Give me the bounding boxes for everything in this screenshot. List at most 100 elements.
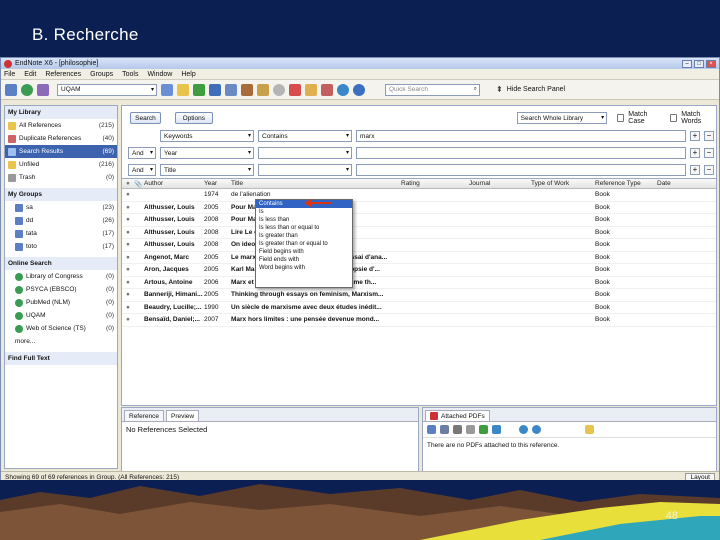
dropdown-option[interactable]: Field ends with [256, 256, 352, 264]
options-button[interactable]: Options [174, 112, 213, 124]
search-field-select[interactable]: Title ▾ [160, 164, 254, 176]
search-value-input[interactable] [356, 147, 686, 159]
zoom-in-icon[interactable] [532, 425, 541, 434]
col-author[interactable]: Author [144, 180, 204, 187]
manuscript-icon[interactable] [321, 83, 333, 96]
more-link[interactable]: more... [5, 335, 117, 348]
search-value-input[interactable] [356, 164, 686, 176]
table-row[interactable]: ● Althusser, Louis 2008 Lire Le capital Book [122, 227, 716, 239]
table-row[interactable]: ●Aron, Jacques2005Karl Marx, antisémite … [122, 264, 716, 277]
note-icon[interactable] [585, 425, 594, 434]
online-item[interactable]: PSYCA (EBSCO) (0) [5, 283, 117, 296]
online-item[interactable]: Web of Science (TS) (0) [5, 322, 117, 335]
boolean-select[interactable]: And ▾ [128, 164, 156, 176]
help-icon[interactable] [353, 83, 365, 96]
col-type-of-work[interactable]: Type of Work [531, 180, 595, 187]
table-row[interactable]: ● 1974 de l'alienation Book [122, 189, 716, 202]
menu-help[interactable]: Help [181, 71, 195, 78]
table-row[interactable]: ●Angenot, Marc2005Le marxisme dans les g… [122, 252, 716, 264]
hide-search-panel-label[interactable]: Hide Search Panel [507, 86, 565, 93]
tab-attached-pdfs[interactable]: Attached PDFs [425, 410, 490, 421]
search-value-input[interactable]: marx [356, 130, 686, 142]
online-item[interactable]: PubMed (NLM) (0) [5, 296, 117, 309]
menu-file[interactable]: File [4, 71, 15, 78]
table-row[interactable]: ● Bensaïd, Daniel;... 2007 Marx hors limite… [122, 314, 716, 327]
add-row-button[interactable]: + [690, 165, 700, 175]
library-select[interactable]: UQAM ▾ [57, 83, 157, 96]
minimize-button[interactable]: – [682, 59, 692, 68]
group-item[interactable]: tata (17) [5, 227, 117, 240]
search-library-icon[interactable] [273, 83, 285, 96]
dropdown-option[interactable]: Is greater than or equal to [256, 240, 352, 248]
col-year[interactable]: Year [204, 180, 231, 187]
quick-search-input[interactable]: Quick Search ⌕ [385, 83, 480, 96]
search-field-select[interactable]: Year ▾ [160, 147, 254, 159]
menu-groups[interactable]: Groups [90, 71, 113, 78]
col-rating[interactable]: Rating [401, 180, 469, 187]
boolean-select[interactable]: And ▾ [128, 147, 156, 159]
sidebar-item-all-references[interactable]: All References (215) [5, 119, 117, 132]
sidebar-item-search-results[interactable]: Search Results (69) [5, 145, 117, 158]
menu-window[interactable]: Window [147, 71, 172, 78]
open-file-icon[interactable] [257, 83, 269, 96]
dropdown-option[interactable]: Is [256, 208, 352, 216]
save-icon[interactable] [440, 425, 449, 434]
dropdown-option[interactable]: Field begins with [256, 248, 352, 256]
email-icon[interactable] [466, 425, 475, 434]
local-library-icon[interactable] [5, 83, 17, 96]
menu-edit[interactable]: Edit [24, 71, 36, 78]
remove-row-button[interactable]: − [704, 148, 714, 158]
col-date[interactable]: Date [657, 180, 687, 187]
menu-tools[interactable]: Tools [122, 71, 138, 78]
dropdown-option[interactable]: Is less than [256, 216, 352, 224]
globe-icon[interactable] [21, 83, 33, 96]
open-link-icon[interactable] [241, 83, 253, 96]
search-field-select[interactable]: Keywords ▾ [160, 130, 254, 142]
insert-citation-icon[interactable] [289, 83, 301, 96]
match-case-checkbox[interactable] [617, 114, 625, 122]
group-item[interactable]: dd (26) [5, 214, 117, 227]
sync-icon[interactable] [337, 83, 349, 96]
maximize-button[interactable]: □ [694, 59, 704, 68]
attachment-icon[interactable]: 📎 [134, 180, 144, 188]
add-row-button[interactable]: + [690, 148, 700, 158]
online-search-icon[interactable] [161, 83, 173, 96]
col-title[interactable]: Title [231, 180, 401, 187]
online-search-header[interactable]: Online Search [5, 257, 117, 270]
table-row[interactable]: ● Banneriji, Himani... 2005 Thinking throug… [122, 289, 716, 302]
search-operator-select[interactable]: Contains ▾ [258, 130, 352, 142]
dropdown-option[interactable]: Is greater than [256, 232, 352, 240]
highlight-icon[interactable] [479, 425, 488, 434]
table-row[interactable]: ● Althusser, Louis 2008 Pour Marx Book [122, 214, 716, 227]
dropdown-option[interactable]: Word begins with [256, 264, 352, 272]
hide-search-panel-icon[interactable]: ⇞ [496, 85, 503, 94]
tab-preview[interactable]: Preview [166, 410, 200, 421]
search-scope-select[interactable]: Search Whole Library ▾ [516, 112, 608, 124]
search-operator-select[interactable]: ▾ [258, 147, 352, 159]
table-row[interactable]: ● Althusser, Louis 2008 On ideology Book [122, 239, 716, 252]
close-button[interactable]: × [706, 59, 716, 68]
format-bibliography-icon[interactable] [305, 83, 317, 96]
menu-references[interactable]: References [45, 71, 81, 78]
open-pdf-icon[interactable] [427, 425, 436, 434]
sidebar-item-trash[interactable]: Trash (0) [5, 171, 117, 184]
group-item[interactable]: toto (17) [5, 240, 117, 253]
import-icon[interactable] [209, 83, 221, 96]
print-icon[interactable] [453, 425, 462, 434]
my-library-header[interactable]: My Library [5, 106, 117, 119]
read-status-icon[interactable]: ● [122, 180, 134, 187]
online-item[interactable]: UQAM (0) [5, 309, 117, 322]
table-row[interactable]: ● Althusser, Louis 2005 Pour Marx Book [122, 202, 716, 214]
table-row[interactable]: ●Artous, Antoine2006Marx et le fétichism… [122, 277, 716, 289]
new-reference-icon[interactable] [177, 83, 189, 96]
my-groups-header[interactable]: My Groups [5, 188, 117, 201]
sidebar-item-duplicate-references[interactable]: Duplicate References (40) [5, 132, 117, 145]
group-item[interactable]: sa (23) [5, 201, 117, 214]
tab-reference[interactable]: Reference [124, 410, 164, 421]
search-button[interactable]: Search [130, 112, 161, 124]
integrated-library-icon[interactable] [37, 83, 49, 96]
table-row[interactable]: ● Beaudry, Lucille;... 1990 Un siècle de ma… [122, 302, 716, 314]
remove-row-button[interactable]: − [704, 131, 714, 141]
export-icon[interactable] [225, 83, 237, 96]
remove-row-button[interactable]: − [704, 165, 714, 175]
